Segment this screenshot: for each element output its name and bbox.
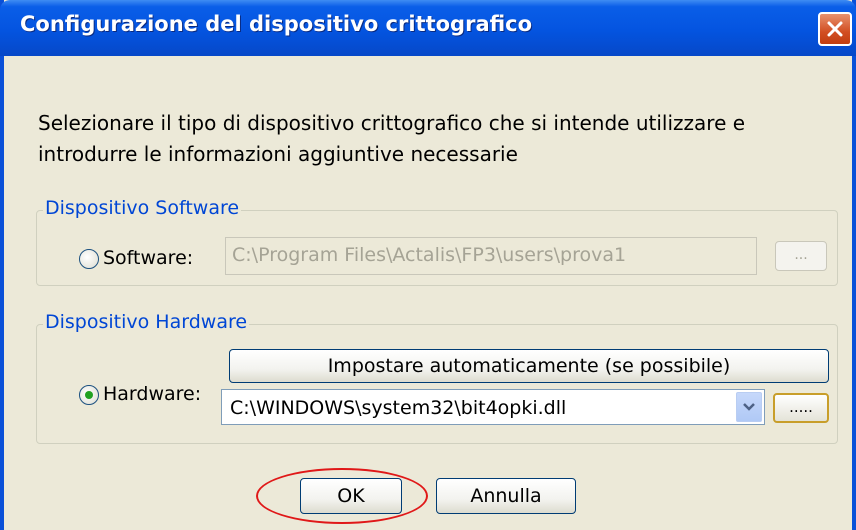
radio-selected-dot xyxy=(85,391,93,399)
hardware-radio[interactable] xyxy=(79,385,99,405)
dropdown-arrow-button[interactable] xyxy=(736,392,762,422)
library-value: C:\WINDOWS\system32\bit4opki.dll xyxy=(230,397,567,419)
dialog-window: Configurazione del dispositivo crittogra… xyxy=(0,0,856,530)
software-browse-button[interactable]: ... xyxy=(775,241,827,271)
instructions-line-2: introdurre le informazioni aggiuntive ne… xyxy=(38,142,518,166)
cancel-button[interactable]: Annulla xyxy=(436,478,576,514)
software-radio[interactable] xyxy=(79,249,99,269)
instructions-line-1: Selezionare il tipo di dispositivo critt… xyxy=(38,111,746,135)
software-group-legend: Dispositivo Software xyxy=(43,197,242,219)
software-group: Dispositivo Software Software: C:\Progra… xyxy=(36,197,838,286)
chevron-down-icon xyxy=(743,403,755,411)
window-title: Configurazione del dispositivo crittogra… xyxy=(20,12,533,36)
hardware-group-legend: Dispositivo Hardware xyxy=(43,311,250,333)
library-combobox[interactable]: C:\WINDOWS\system32\bit4opki.dll xyxy=(221,389,765,425)
hardware-group: Dispositivo Hardware Hardware: Impostare… xyxy=(36,311,838,444)
hardware-browse-button[interactable]: ..... xyxy=(773,393,829,423)
close-icon xyxy=(827,21,843,37)
ok-button[interactable]: OK xyxy=(300,478,402,514)
software-label: Software: xyxy=(103,247,194,269)
close-button[interactable] xyxy=(818,12,852,46)
hardware-label: Hardware: xyxy=(103,383,202,405)
title-bar[interactable]: Configurazione del dispositivo crittogra… xyxy=(0,0,856,56)
instructions-text: Selezionare il tipo di dispositivo critt… xyxy=(38,108,818,170)
auto-configure-button[interactable]: Impostare automaticamente (se possibile) xyxy=(229,349,829,383)
software-path-field[interactable]: C:\Program Files\Actalis\FP3\users\prova… xyxy=(225,237,757,275)
